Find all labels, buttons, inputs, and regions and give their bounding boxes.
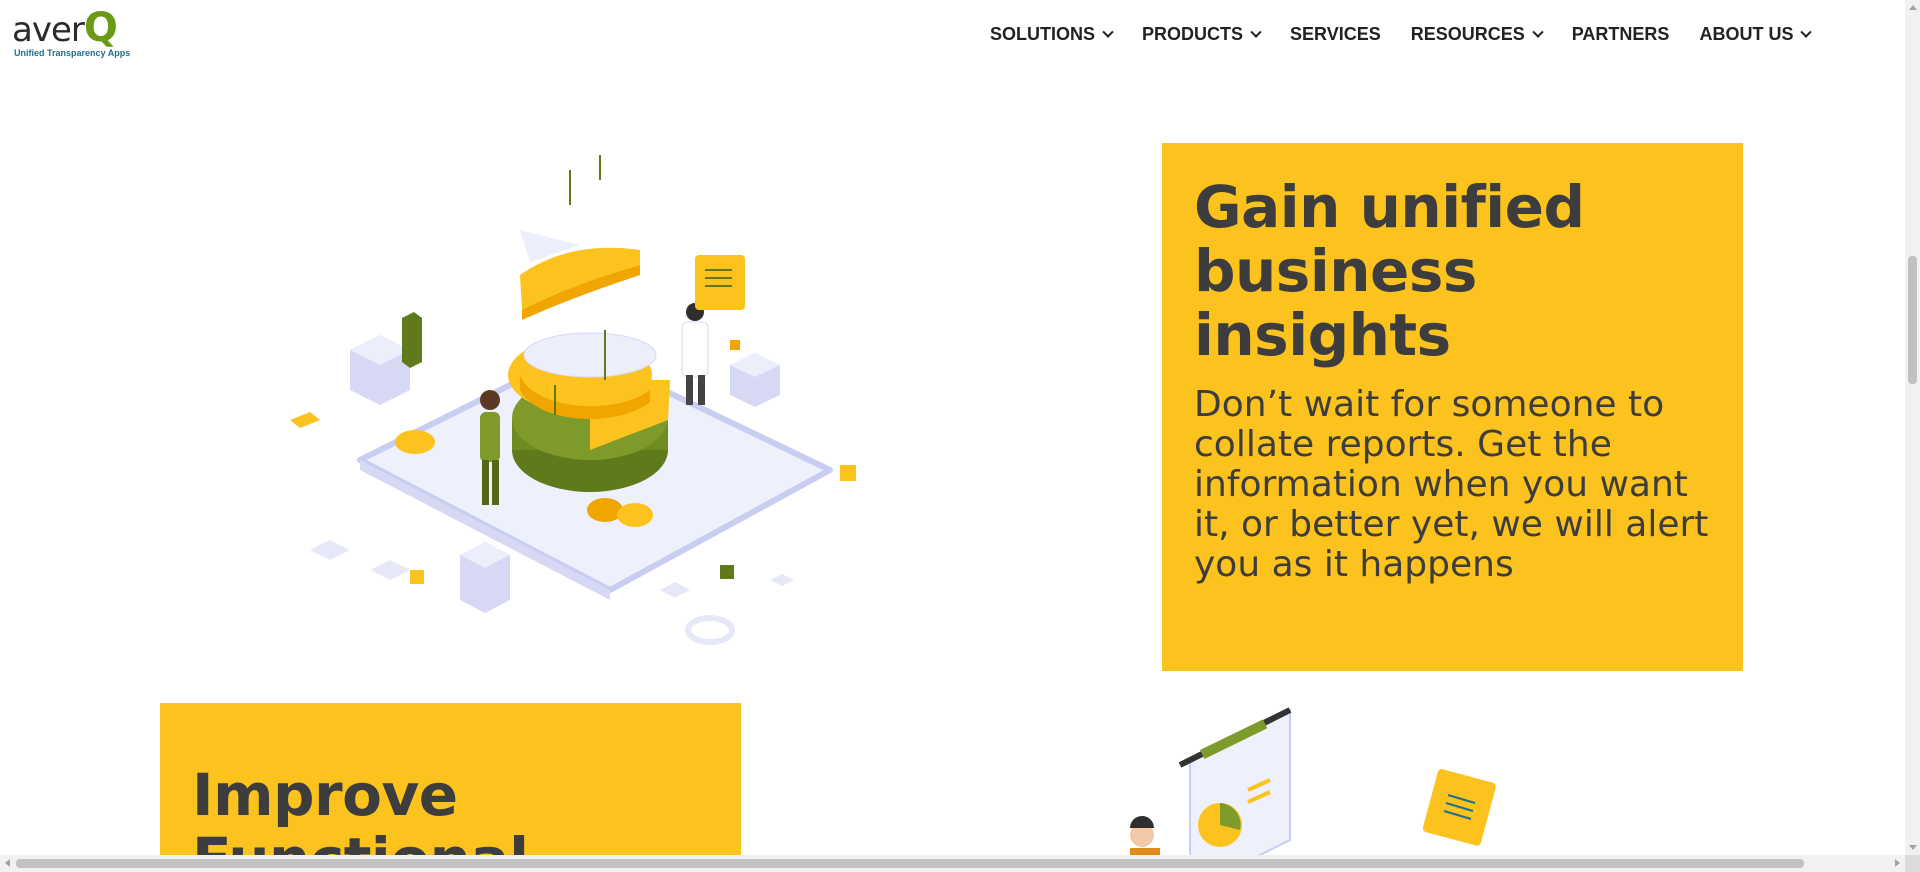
section-body: Don’t wait for someone to collate report… [1194,384,1709,585]
logo-wordmark: averQ [12,5,118,51]
chevron-down-icon [1250,26,1262,38]
scroll-down-arrow-icon[interactable] [1909,845,1917,850]
chevron-down-icon [1800,26,1813,38]
scroll-right-arrow-icon[interactable] [1895,859,1900,867]
main-nav: SOLUTIONS PRODUCTS SERVICES RESOURCES PA… [990,24,1840,45]
horizontal-scroll-thumb[interactable] [16,859,1804,868]
nav-item-products[interactable]: PRODUCTS [1142,24,1262,45]
scroll-up-arrow-icon[interactable] [1909,5,1917,10]
analytics-pie-chart-illustration [290,155,856,645]
unified-insights-card: Gain unified business insights Don’t wai… [1162,143,1743,671]
nav-item-about-us[interactable]: ABOUT US [1699,24,1813,45]
nav-item-solutions[interactable]: SOLUTIONS [990,24,1114,45]
chevron-down-icon [1102,26,1114,38]
nav-item-services[interactable]: SERVICES [1290,24,1381,45]
scrollbar-corner [1905,855,1920,872]
site-header: averQ Unified Transparency Apps SOLUTION… [0,0,1905,72]
horizontal-scrollbar[interactable] [0,855,1905,872]
section-title: Improve Functional [192,761,529,855]
presentation-board-illustration [1130,707,1496,855]
vertical-scroll-thumb[interactable] [1908,256,1917,384]
page-viewport: averQ Unified Transparency Apps SOLUTION… [0,0,1905,855]
nav-item-resources[interactable]: RESOURCES [1411,24,1544,45]
nav-item-partners[interactable]: PARTNERS [1572,24,1670,45]
averq-logo[interactable]: averQ Unified Transparency Apps [12,8,132,62]
scroll-left-arrow-icon[interactable] [5,859,10,867]
scientist-figure [681,303,709,405]
vertical-scrollbar[interactable] [1905,0,1920,855]
section-title: Gain unified business insights [1194,173,1585,369]
chevron-down-icon [1532,26,1544,38]
logo-tagline: Unified Transparency Apps [14,48,131,58]
improve-functional-card: Improve Functional [160,703,741,855]
